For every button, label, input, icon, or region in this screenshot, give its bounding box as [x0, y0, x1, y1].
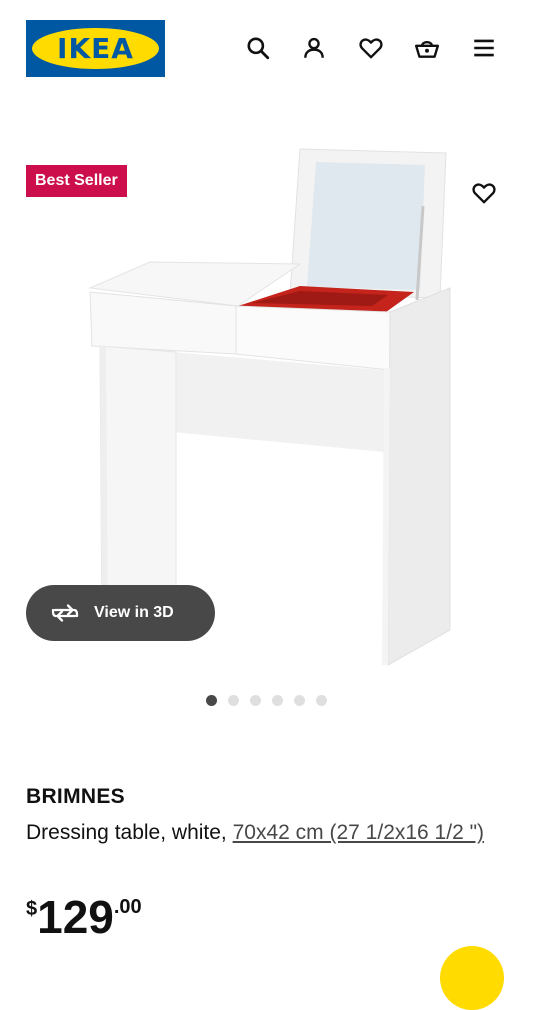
product-description: Dressing table, white, 70x42 cm (27 1/2x… — [26, 816, 516, 849]
best-seller-badge: Best Seller — [26, 165, 127, 197]
carousel-dot[interactable] — [206, 695, 217, 706]
search-button[interactable] — [243, 33, 273, 63]
product-price: $ 129 .00 — [26, 890, 142, 944]
header: IKEA — [0, 0, 540, 100]
product-size-link[interactable]: 70x42 cm (27 1/2x16 1/2 ") — [233, 821, 484, 844]
favourites-button[interactable] — [356, 33, 386, 63]
basket-button[interactable] — [412, 33, 442, 63]
ikea-logo[interactable]: IKEA — [26, 20, 165, 77]
price-decimal: .00 — [113, 896, 142, 918]
account-button[interactable] — [299, 33, 329, 63]
image-carousel-indicator — [206, 695, 327, 706]
menu-icon — [474, 39, 494, 57]
view-in-3d-label: View in 3D — [94, 604, 174, 621]
basket-icon — [414, 40, 440, 58]
logo-text: IKEA — [57, 32, 134, 65]
search-icon — [247, 37, 270, 60]
rotate-3d-icon — [50, 602, 80, 624]
favourites-icon — [359, 38, 383, 59]
carousel-dot[interactable] — [316, 695, 327, 706]
product-description-text: Dressing table, white, — [26, 821, 233, 844]
account-icon — [304, 37, 324, 58]
carousel-dot[interactable] — [250, 695, 261, 706]
floating-action-button[interactable] — [440, 946, 504, 1010]
menu-button[interactable] — [469, 33, 499, 63]
product-name: BRIMNES — [26, 785, 125, 808]
view-in-3d-button[interactable]: View in 3D — [26, 585, 215, 641]
logo-oval: IKEA — [32, 28, 159, 69]
carousel-dot[interactable] — [294, 695, 305, 706]
add-to-favourites-button[interactable] — [466, 175, 502, 211]
carousel-dot[interactable] — [228, 695, 239, 706]
price-integer: 129 — [37, 891, 114, 943]
carousel-dot[interactable] — [272, 695, 283, 706]
price-currency: $ — [26, 898, 38, 920]
heart-icon — [472, 183, 496, 204]
